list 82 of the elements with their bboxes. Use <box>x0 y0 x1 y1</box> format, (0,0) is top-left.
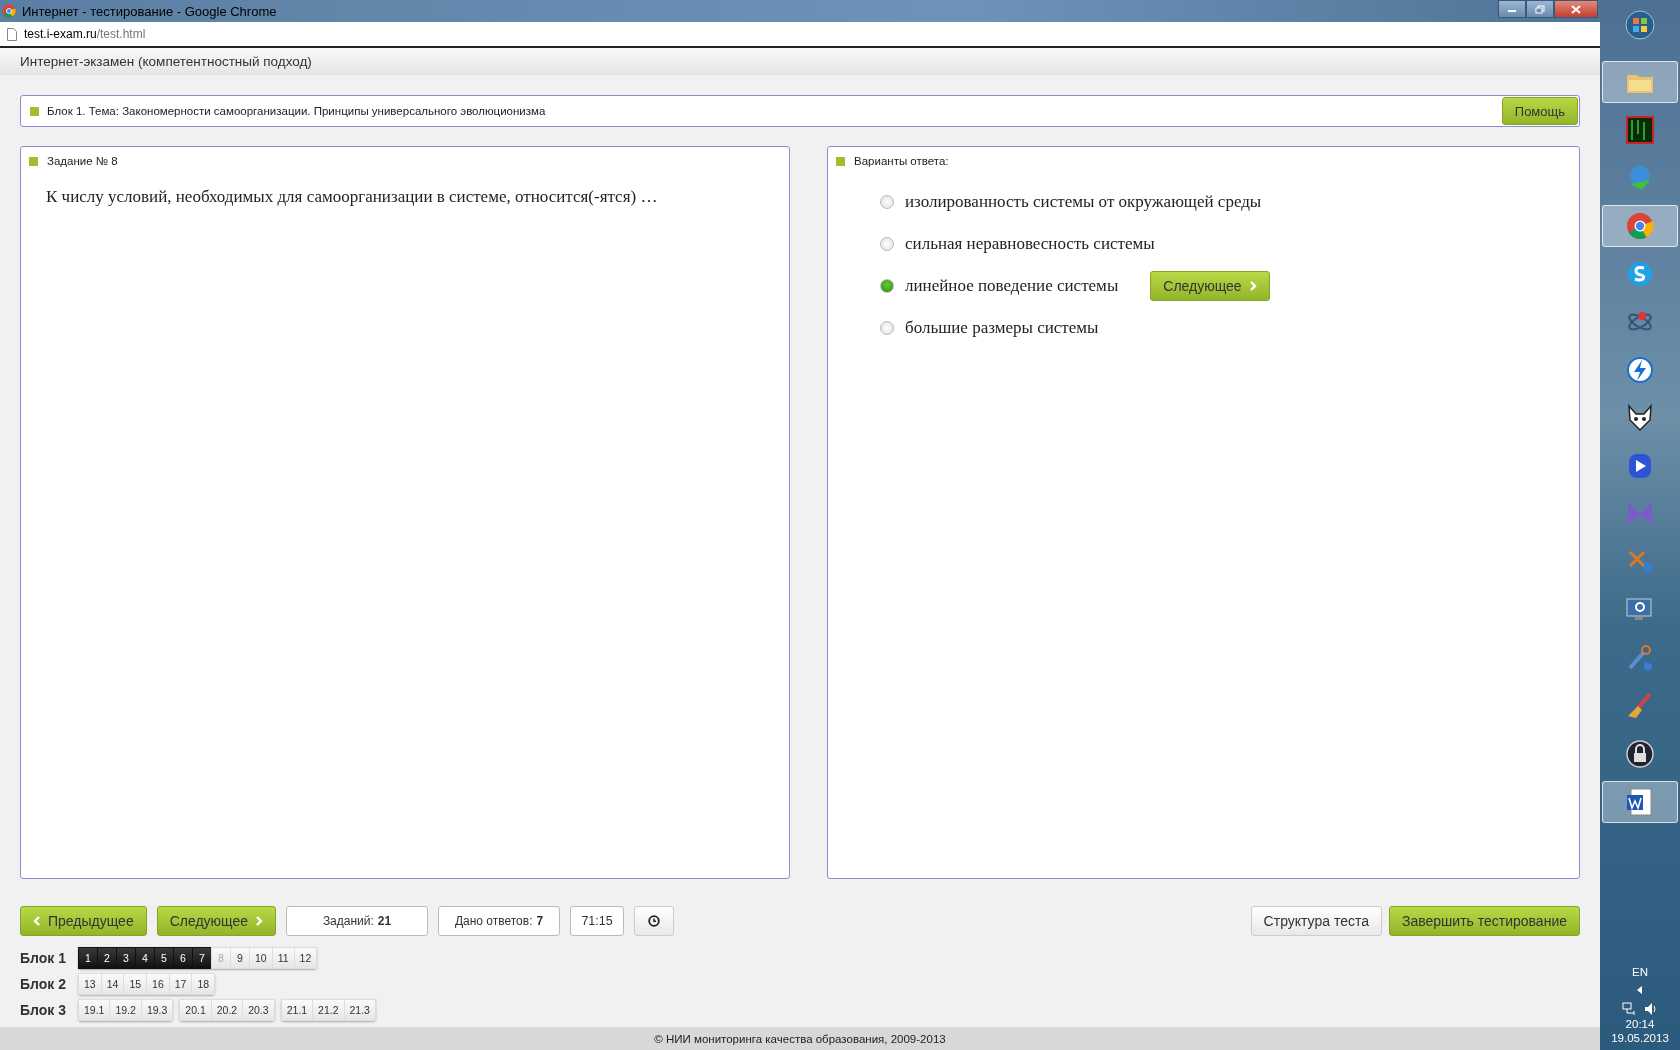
lock-icon <box>1624 738 1656 770</box>
start-button[interactable] <box>1624 9 1656 41</box>
clock-date[interactable]: 19.05.2013 <box>1611 1032 1669 1044</box>
clock-button[interactable] <box>634 905 675 936</box>
taskbar-app-button[interactable] <box>1602 781 1678 823</box>
app-title: Интернет-экзамен (компетентностный подход) <box>20 54 312 69</box>
bolt-icon <box>1624 354 1656 386</box>
task-number[interactable]: 13 <box>78 973 101 995</box>
task-number[interactable]: 18 <box>191 973 216 995</box>
network-icon[interactable] <box>1622 1002 1636 1016</box>
task-number[interactable]: 16 <box>146 973 169 995</box>
task-number[interactable]: 19.1 <box>78 999 110 1021</box>
task-number[interactable]: 7 <box>192 947 211 969</box>
chevron-right-icon <box>1248 280 1257 291</box>
start-icon <box>1625 10 1655 40</box>
restore-icon <box>1535 4 1545 14</box>
task-number[interactable]: 3 <box>116 947 135 969</box>
radio-button[interactable] <box>880 194 894 209</box>
radio-button[interactable] <box>880 278 894 293</box>
task-number[interactable]: 21.2 <box>312 999 344 1021</box>
square-icon <box>836 156 845 166</box>
block-label: Блок 3 <box>20 1002 67 1018</box>
radio-button[interactable] <box>880 236 894 251</box>
task-number[interactable]: 20.1 <box>179 999 211 1021</box>
task-number[interactable]: 12 <box>293 947 318 969</box>
close-button[interactable] <box>1554 0 1598 18</box>
tasks-counter: Заданий: 21 <box>286 905 429 936</box>
answers-title: Варианты ответа: <box>854 155 949 167</box>
block-label: Блок 2 <box>20 976 67 992</box>
task-number[interactable]: 6 <box>173 947 192 969</box>
copyright-text: © НИИ мониторинга качества образования, 2009-2013 <box>654 1032 946 1045</box>
task-number[interactable]: 5 <box>154 947 173 969</box>
task-number[interactable]: 17 <box>168 973 192 995</box>
task-number[interactable]: 9 <box>230 947 249 969</box>
window-title: Интернет - тестирование - Google Chrome <box>22 3 277 19</box>
answer-option[interactable]: сильная неравновесность системы <box>905 233 1155 254</box>
next-button[interactable]: Следующее <box>1150 270 1270 301</box>
caret-left-icon[interactable] <box>1637 986 1643 994</box>
address-bar[interactable]: test.i-exam.ru/test.html <box>0 22 1600 48</box>
minimize-button[interactable] <box>1498 0 1526 18</box>
task-number[interactable]: 19.2 <box>109 999 141 1021</box>
task-number[interactable]: 11 <box>271 947 294 969</box>
square-icon <box>30 106 39 116</box>
browser-logo-icon <box>2 4 16 18</box>
task-number[interactable]: 14 <box>100 973 124 995</box>
chevron-left-icon <box>33 915 41 926</box>
answer-option[interactable]: линейное поведение системы <box>905 275 1119 296</box>
topic-title: Блок 1. Тема: Закономерности самоорганизации. Принципы универсального эволюционизма <box>47 105 547 117</box>
speaker-icon[interactable] <box>1644 1002 1658 1016</box>
task-number[interactable]: 2 <box>97 947 116 969</box>
page-icon <box>7 27 17 41</box>
task-title: Задание № 8 <box>47 155 118 167</box>
chevron-right-icon <box>255 915 264 926</box>
clock-icon <box>648 914 661 927</box>
clock-time[interactable]: 20:14 <box>1625 1018 1655 1030</box>
previous-button[interactable]: Предыдущее <box>20 905 147 936</box>
finish-button[interactable]: Завершить тестирование <box>1389 905 1580 936</box>
question-text: К числу условий, необходимых для самоорганизации в системе, относится(-ятся) … <box>45 186 659 207</box>
task-number[interactable]: 21.1 <box>280 999 313 1021</box>
language-indicator[interactable]: EN <box>1632 966 1648 978</box>
task-number[interactable]: 4 <box>135 947 154 969</box>
task-number[interactable]: 20.2 <box>210 999 243 1021</box>
close-icon <box>1571 4 1581 14</box>
browser-icon <box>1624 210 1656 242</box>
timer: 71:15 <box>570 905 625 936</box>
task-number[interactable]: 1 <box>78 947 97 969</box>
test-structure-button[interactable]: Структура теста <box>1250 905 1382 936</box>
url-text: test.i-exam.ru/test.html <box>24 27 146 41</box>
answer-option[interactable]: изолированность системы от окружающей среды <box>905 191 1262 212</box>
answer-option[interactable]: большие размеры системы <box>905 317 1099 338</box>
task-number[interactable]: 19.3 <box>140 999 174 1021</box>
next-button[interactable]: Следующее <box>156 905 277 936</box>
block-label: Блок 1 <box>20 950 67 966</box>
help-button[interactable]: Помощь <box>1501 97 1578 125</box>
task-number[interactable]: 10 <box>249 947 272 969</box>
answers-counter: Дано ответов: 7 <box>438 905 561 936</box>
restore-button[interactable] <box>1526 0 1554 18</box>
task-number[interactable]: 15 <box>123 973 147 995</box>
task-number[interactable]: 21.3 <box>343 999 376 1021</box>
task-number[interactable]: 20.3 <box>242 999 275 1021</box>
square-icon <box>29 156 38 166</box>
radio-button[interactable] <box>880 320 894 335</box>
